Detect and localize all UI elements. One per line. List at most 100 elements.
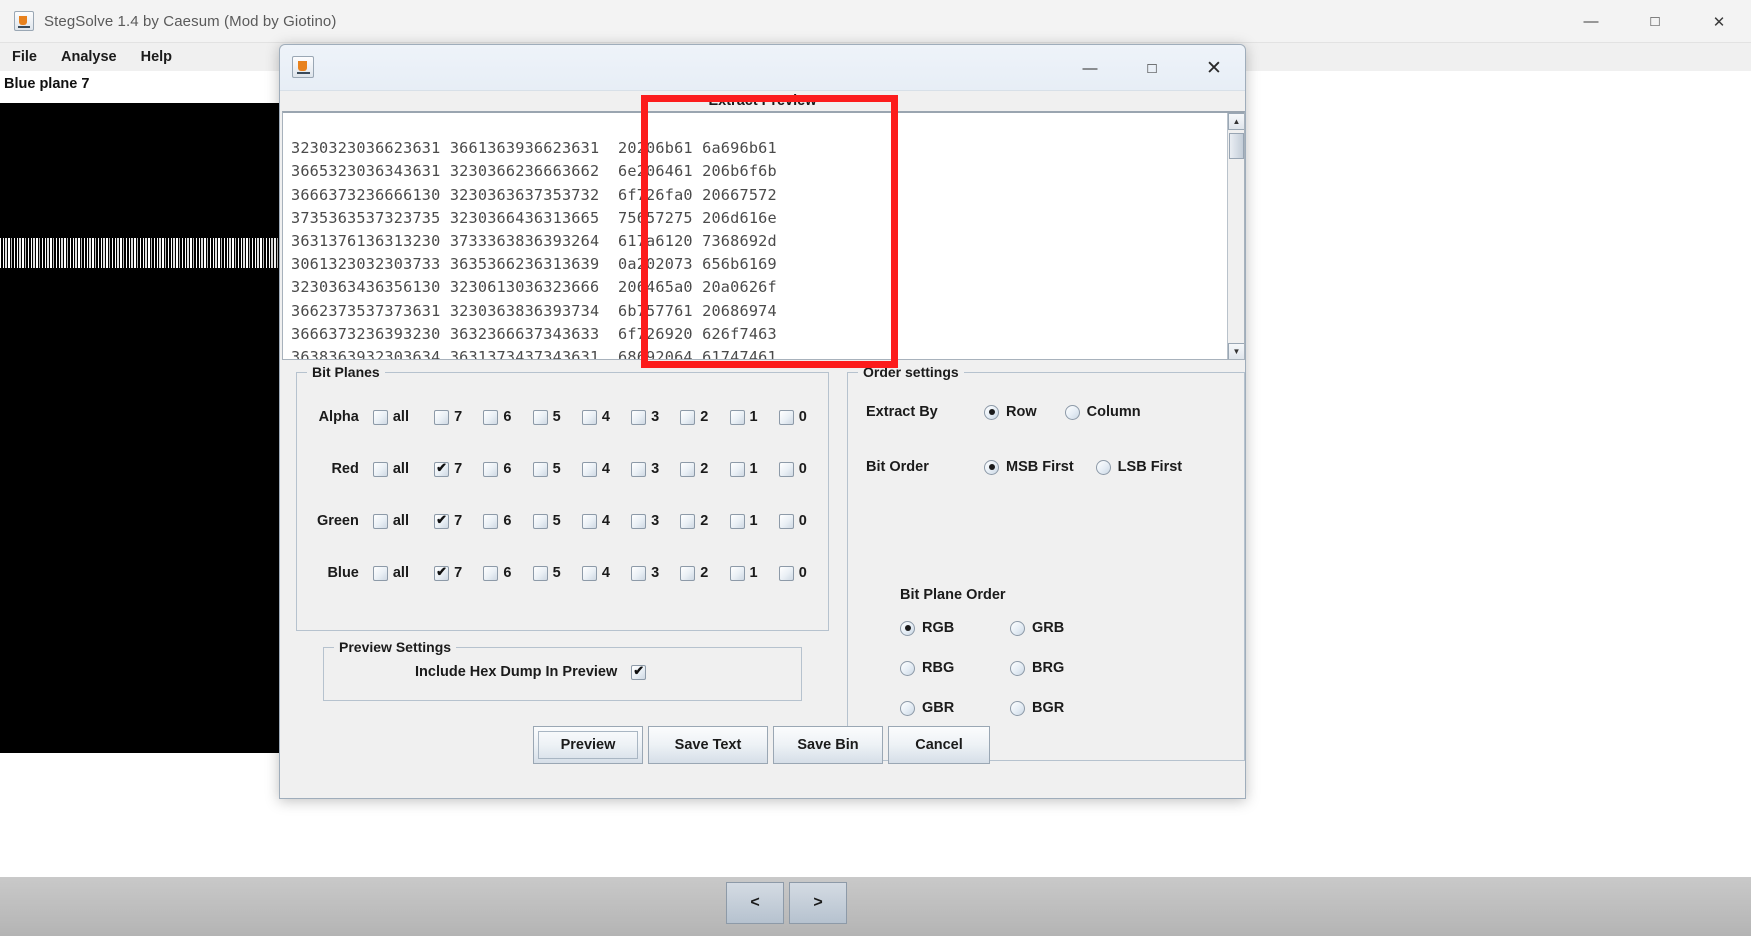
radio-bit-plane-order-gbr[interactable]: GBR: [900, 700, 954, 716]
radio-bit-plane-order-grb[interactable]: GRB: [1010, 620, 1064, 636]
preview-button[interactable]: Preview: [533, 726, 643, 764]
radio-dot-icon[interactable]: [900, 620, 915, 636]
checkbox-alpha-0[interactable]: 0: [778, 409, 820, 425]
checkbox-red-5[interactable]: 5: [532, 461, 574, 477]
checkbox-box-icon[interactable]: [483, 513, 499, 529]
checkbox-alpha-5[interactable]: 5: [532, 409, 574, 425]
checkbox-box-icon[interactable]: [631, 513, 647, 529]
next-plane-button[interactable]: >: [789, 882, 847, 924]
include-hex-dump-checkbox[interactable]: [631, 663, 647, 680]
checkbox-box-icon[interactable]: [631, 409, 647, 425]
radio-bit-plane-order-brg[interactable]: BRG: [1010, 660, 1064, 676]
scrollbar-thumb[interactable]: [1229, 133, 1244, 159]
checkbox-box-icon[interactable]: [631, 461, 647, 477]
checkbox-green-1[interactable]: 1: [729, 513, 771, 529]
checkbox-red-1[interactable]: 1: [729, 461, 771, 477]
previous-plane-button[interactable]: <: [726, 882, 784, 924]
radio-dot-icon[interactable]: [1010, 620, 1025, 636]
image-preview-canvas[interactable]: [0, 103, 280, 753]
checkbox-alpha-3[interactable]: 3: [631, 409, 672, 425]
menu-item-file[interactable]: File: [0, 43, 49, 71]
checkbox-blue-6[interactable]: 6: [483, 565, 524, 581]
minimize-icon[interactable]: —: [1059, 45, 1121, 91]
radio-dot-icon[interactable]: [900, 660, 915, 676]
radio-bit-plane-order-bgr[interactable]: BGR: [1010, 700, 1064, 716]
checkbox-red-2[interactable]: 2: [680, 461, 721, 477]
checkbox-box-icon[interactable]: [532, 513, 548, 529]
checkbox-alpha-6[interactable]: 6: [483, 409, 524, 425]
maximize-icon[interactable]: □: [1121, 45, 1183, 91]
menu-item-help[interactable]: Help: [129, 43, 184, 71]
minimize-icon[interactable]: —: [1559, 0, 1623, 43]
checkbox-box-icon[interactable]: [778, 409, 794, 425]
checkbox-box-icon[interactable]: [434, 409, 450, 425]
radio-dot-icon[interactable]: [1010, 700, 1025, 716]
include-hex-dump-checkbox-row[interactable]: Include Hex Dump In Preview: [415, 663, 647, 680]
checkbox-blue-3[interactable]: 3: [631, 565, 672, 581]
close-icon[interactable]: ✕: [1183, 45, 1245, 91]
hex-dump-scrollpane[interactable]: 3230323036623631 3661363936623631 20206b…: [282, 111, 1245, 360]
maximize-icon[interactable]: □: [1623, 0, 1687, 43]
radio-bit-plane-order-rgb[interactable]: RGB: [900, 620, 954, 636]
checkbox-green-7[interactable]: 7: [434, 512, 475, 529]
checkbox-box-icon[interactable]: [778, 513, 794, 529]
checkbox-box-icon[interactable]: [680, 565, 696, 581]
checkbox-alpha-1[interactable]: 1: [729, 409, 771, 425]
checkbox-blue-all[interactable]: all: [372, 565, 426, 581]
radio-dot-icon[interactable]: [900, 700, 915, 716]
checkbox-box-icon[interactable]: [372, 461, 388, 477]
checkbox-box-icon[interactable]: [680, 513, 696, 529]
checkbox-green-6[interactable]: 6: [483, 513, 524, 529]
radio-bit-plane-order-rbg[interactable]: RBG: [900, 660, 954, 676]
checkbox-blue-0[interactable]: 0: [778, 565, 820, 581]
checkbox-blue-2[interactable]: 2: [680, 565, 721, 581]
save-text-button[interactable]: Save Text: [648, 726, 768, 764]
checkbox-box-icon[interactable]: [532, 461, 548, 477]
checkbox-box-icon[interactable]: [434, 564, 450, 581]
checkbox-box-icon[interactable]: [729, 513, 745, 529]
checkbox-box-icon[interactable]: [581, 461, 597, 477]
cancel-button[interactable]: Cancel: [888, 726, 990, 764]
checkbox-box-icon[interactable]: [581, 513, 597, 529]
checkbox-box-icon[interactable]: [729, 409, 745, 425]
checkbox-box-icon[interactable]: [778, 565, 794, 581]
checkbox-box-icon[interactable]: [532, 565, 548, 581]
checkbox-box-icon[interactable]: [532, 409, 548, 425]
checkbox-box-icon[interactable]: [372, 565, 388, 581]
checkbox-box-icon[interactable]: [778, 461, 794, 477]
radio-dot-icon[interactable]: [1010, 660, 1025, 676]
checkbox-green-all[interactable]: all: [372, 513, 426, 529]
close-icon[interactable]: ✕: [1687, 0, 1751, 43]
checkbox-green-4[interactable]: 4: [581, 513, 623, 529]
checkbox-box-icon[interactable]: [483, 409, 499, 425]
checkbox-green-3[interactable]: 3: [631, 513, 672, 529]
radio-msb-first[interactable]: MSB First: [984, 459, 1074, 475]
checkbox-red-0[interactable]: 0: [778, 461, 820, 477]
checkbox-alpha-4[interactable]: 4: [581, 409, 623, 425]
checkbox-box-icon[interactable]: [680, 461, 696, 477]
checkbox-blue-5[interactable]: 5: [532, 565, 574, 581]
checkbox-box-icon[interactable]: [581, 565, 597, 581]
checkbox-red-all[interactable]: all: [372, 461, 426, 477]
checkbox-green-0[interactable]: 0: [778, 513, 820, 529]
radio-extract-row[interactable]: Row: [984, 404, 1037, 420]
vertical-scrollbar[interactable]: ▲ ▼: [1227, 113, 1244, 359]
checkbox-alpha-all[interactable]: all: [372, 409, 426, 425]
checkbox-box-icon[interactable]: [372, 513, 388, 529]
checkbox-red-6[interactable]: 6: [483, 461, 524, 477]
menu-item-analyse[interactable]: Analyse: [49, 43, 129, 71]
radio-extract-column[interactable]: Column: [1064, 404, 1141, 420]
checkbox-red-3[interactable]: 3: [631, 461, 672, 477]
checkbox-box-icon[interactable]: [372, 409, 388, 425]
checkbox-red-7[interactable]: 7: [434, 460, 475, 477]
checkbox-green-5[interactable]: 5: [532, 513, 574, 529]
save-bin-button[interactable]: Save Bin: [773, 726, 883, 764]
checkbox-box-icon[interactable]: [680, 409, 696, 425]
scroll-up-icon[interactable]: ▲: [1228, 113, 1244, 130]
checkbox-box-icon[interactable]: [729, 565, 745, 581]
checkbox-alpha-7[interactable]: 7: [434, 409, 475, 425]
checkbox-blue-4[interactable]: 4: [581, 565, 623, 581]
checkbox-box-icon[interactable]: [434, 460, 450, 477]
checkbox-blue-7[interactable]: 7: [434, 564, 475, 581]
radio-lsb-first[interactable]: LSB First: [1095, 459, 1182, 475]
